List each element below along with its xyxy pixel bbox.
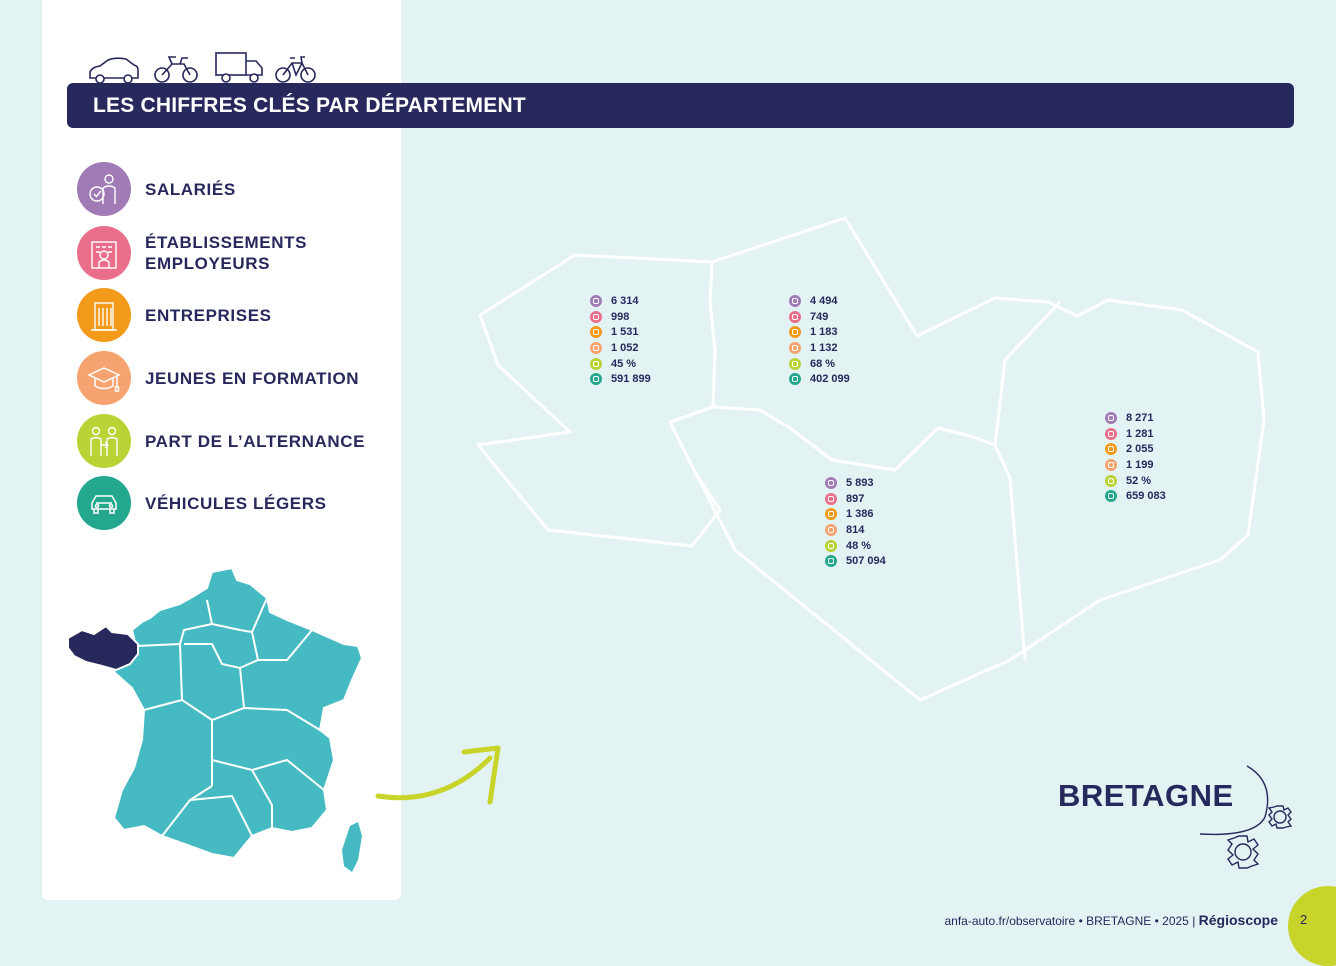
building-icon: [825, 492, 837, 505]
legend-label: SALARIÉS: [145, 179, 236, 199]
footer-separator: •: [1078, 914, 1087, 928]
building-icon: [590, 310, 602, 323]
stat-etablissements: 998: [590, 309, 651, 325]
stat-jeunes: 1 052: [590, 340, 651, 356]
gears-icon: [1199, 765, 1293, 869]
stat-alternance: 48 %: [825, 538, 886, 554]
car-outline-icon: [89, 57, 139, 84]
car-icon: [789, 373, 801, 386]
car-icon: [825, 555, 837, 568]
legend-item-etablissements: ÉTABLISSEMENTS EMPLOYEURS: [77, 226, 325, 280]
building-icon: [77, 226, 131, 280]
legend-label: ÉTABLISSEMENTS EMPLOYEURS: [145, 233, 308, 273]
alternance-icon: [825, 539, 837, 552]
stat-salaries: 6 314: [590, 293, 651, 309]
legend-label: ENTREPRISES: [145, 305, 272, 325]
employee-icon: [825, 476, 837, 489]
alternance-icon: [590, 357, 602, 370]
motorcycle-icon: [154, 56, 198, 83]
building-icon: [789, 310, 801, 323]
legend-label: JEUNES EN FORMATION: [145, 368, 360, 388]
office-tower-icon: [590, 326, 602, 339]
stat-salaries: 5 893: [825, 475, 886, 491]
truck-icon: [215, 52, 263, 83]
stat-vehicules: 591 899: [590, 371, 651, 387]
legend-item-entreprises: ENTREPRISES: [77, 288, 272, 342]
page-corner-decoration: [1288, 886, 1336, 966]
arrow-icon: [375, 745, 501, 805]
page-title: LES CHIFFRES CLÉS PAR DÉPARTEMENT: [93, 94, 526, 117]
department-stats-finistere: 6 314 998 1 531 1 052 45 % 591 899: [590, 293, 651, 387]
stat-vehicules: 507 094: [825, 553, 886, 569]
stat-vehicules: 659 083: [1105, 488, 1166, 504]
stat-entreprises: 1 531: [590, 324, 651, 340]
office-tower-icon: [1105, 443, 1117, 456]
graduation-cap-icon: [825, 523, 837, 536]
stat-salaries: 4 494: [789, 293, 850, 309]
stat-entreprises: 1 386: [825, 506, 886, 522]
stat-alternance: 45 %: [590, 356, 651, 372]
brand-logo: Régioscope: [1198, 912, 1278, 928]
employee-icon: [77, 162, 131, 216]
footer-region: BRETAGNE: [1086, 914, 1152, 928]
building-icon: [1105, 427, 1117, 440]
stat-alternance: 52 %: [1105, 473, 1166, 489]
inner-border-2: [993, 300, 1062, 446]
france-map: [67, 566, 364, 872]
france-regions: [112, 566, 364, 860]
employee-icon: [590, 294, 602, 307]
header-banner: LES CHIFFRES CLÉS PAR DÉPARTEMENT: [67, 83, 1294, 128]
car-icon: [1105, 490, 1117, 503]
corsica: [342, 822, 362, 872]
graduation-cap-icon: [590, 341, 602, 354]
footer: anfa-auto.fr/observatoire • BRETAGNE • 2…: [944, 912, 1278, 928]
legend-item-salaries: SALARIÉS: [77, 162, 236, 216]
stat-salaries: 8 271: [1105, 410, 1166, 426]
bretagne-highlight: [67, 624, 139, 672]
stat-jeunes: 1 132: [789, 340, 850, 356]
page-number: 2: [1300, 912, 1308, 927]
vehicles-icon: [89, 52, 316, 84]
car-icon: [590, 373, 602, 386]
stat-etablissements: 1 281: [1105, 426, 1166, 442]
office-tower-icon: [789, 326, 801, 339]
alternance-icon: [1105, 474, 1117, 487]
bicycle-icon: [275, 56, 316, 83]
stat-entreprises: 2 055: [1105, 441, 1166, 457]
graduation-cap-icon: [789, 341, 801, 354]
legend-item-alternance: PART DE L’ALTERNANCE: [77, 414, 365, 468]
employee-icon: [789, 294, 801, 307]
cotes-darmor-outline: [668, 216, 1266, 702]
legend-label: VÉHICULES LÉGERS: [145, 493, 327, 513]
stat-jeunes: 814: [825, 522, 886, 538]
department-stats-morbihan: 5 893 897 1 386 814 48 % 507 094: [825, 475, 886, 569]
stat-jeunes: 1 199: [1105, 457, 1166, 473]
department-stats-ille-et-vilaine: 8 271 1 281 2 055 1 199 52 % 659 083: [1105, 410, 1166, 504]
footer-year: 2025: [1162, 914, 1189, 928]
office-tower-icon: [77, 288, 131, 342]
legend-item-vehicules: VÉHICULES LÉGERS: [77, 476, 327, 530]
employee-icon: [1105, 411, 1117, 424]
department-stats-cotes-darmor: 4 494 749 1 183 1 132 68 % 402 099: [789, 293, 850, 387]
stat-alternance: 68 %: [789, 356, 850, 372]
stat-etablissements: 897: [825, 491, 886, 507]
stat-vehicules: 402 099: [789, 371, 850, 387]
legend-item-jeunes: JEUNES EN FORMATION: [77, 351, 359, 405]
legend-label: PART DE L’ALTERNANCE: [145, 431, 366, 451]
graduation-cap-icon: [77, 351, 131, 405]
office-tower-icon: [825, 508, 837, 521]
alternance-icon: [77, 414, 131, 468]
alternance-icon: [789, 357, 801, 370]
stat-entreprises: 1 183: [789, 324, 850, 340]
footer-url[interactable]: anfa-auto.fr/observatoire: [944, 914, 1075, 928]
car-icon: [77, 476, 131, 530]
stat-etablissements: 749: [789, 309, 850, 325]
footer-separator: •: [1154, 914, 1163, 928]
graduation-cap-icon: [1105, 458, 1117, 471]
